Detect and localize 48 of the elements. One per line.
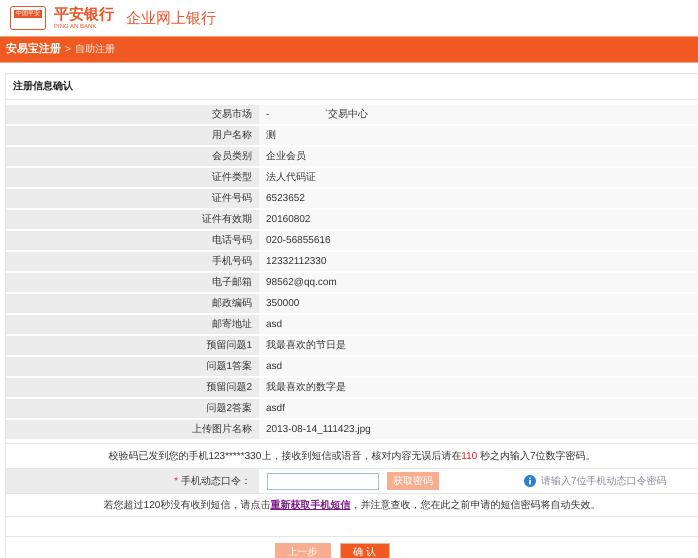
field-value: 6523652 <box>259 189 698 208</box>
field-label: 会员类别 <box>6 147 259 166</box>
field-value: 020-56855616 <box>259 231 698 250</box>
panel-title: 注册信息确认 <box>13 79 73 94</box>
info-icon <box>524 475 536 487</box>
code-input[interactable] <box>267 472 379 490</box>
field-value: 我最喜欢的节日是 <box>259 336 698 355</box>
field-value: asdf <box>259 399 698 418</box>
field-value: 法人代码证 <box>259 168 698 187</box>
field-value: 98562@qq.com <box>259 273 698 292</box>
back-button[interactable]: 上一步 <box>274 543 330 558</box>
field-value: 我最喜欢的数字是 <box>259 378 698 397</box>
resend-sms-link[interactable]: 重新获取手机短信 <box>270 500 350 510</box>
field-label: 邮寄地址 <box>6 315 259 334</box>
code-hint: 请输入7位手机动态口令密码 <box>541 474 667 488</box>
field-value: - `交易中心 <box>259 105 698 124</box>
sms-notice: 校验码已发到您的手机123*****330上，接收到短信或语音，核对内容无误后请在110 秒之内输入7位数字密码。 <box>108 450 596 464</box>
field-value: asd <box>259 357 698 376</box>
field-value: asd <box>259 315 698 334</box>
field-label: 证件类型 <box>6 168 259 187</box>
field-label: 用户名称 <box>6 126 259 145</box>
breadcrumb-separator: > <box>65 43 71 57</box>
field-label: 邮政编码 <box>6 294 259 313</box>
resend-notice: 若您超过120秒没有收到短信，请点击重新获取手机短信，并注意查收，您在此之前申请的短信密码将自动失效。 <box>104 498 600 512</box>
breadcrumb-current: 自助注册 <box>74 42 115 57</box>
field-value: 企业会员 <box>259 147 698 166</box>
field-label: 手机号码 <box>6 252 259 271</box>
breadcrumb-link[interactable]: 安易宝注册 <box>6 41 61 58</box>
field-value: 20160802 <box>259 210 698 229</box>
field-value: 350000 <box>259 294 698 313</box>
field-label: 交易市场 <box>6 105 259 124</box>
field-label: 证件有效期 <box>6 210 259 229</box>
field-value: 测 <box>259 126 698 145</box>
field-label: 问题2答案 <box>6 399 259 418</box>
product-title: 企业网上银行 <box>126 9 216 30</box>
field-label: 证件号码 <box>6 189 259 208</box>
field-label: 预留问题2 <box>6 378 259 397</box>
field-label: 电话号码 <box>6 231 259 250</box>
confirm-button[interactable]: 确 认 <box>340 543 390 558</box>
field-label: 问题1答案 <box>6 357 259 376</box>
field-value: 2013-08-14_111423.jpg <box>259 420 698 439</box>
field-value: 12332112330 <box>259 252 698 271</box>
field-label: 预留问题1 <box>6 336 259 355</box>
field-label: 上传图片名称 <box>6 420 259 439</box>
required-mark: * <box>174 474 178 488</box>
field-label: 电子邮箱 <box>6 273 259 292</box>
bank-name: 平安银行 <box>54 6 114 22</box>
code-label: 手机动态口令： <box>181 474 251 488</box>
